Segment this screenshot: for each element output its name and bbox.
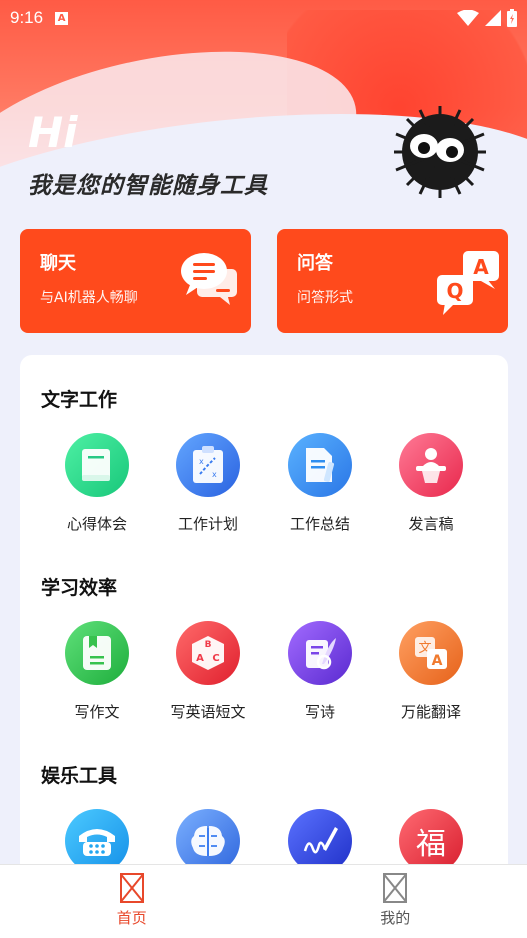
svg-text:A: A xyxy=(196,653,204,664)
notebook-icon xyxy=(65,621,129,685)
soot-sprite-mascot-icon xyxy=(394,106,486,198)
abc-cube-icon: BAC xyxy=(176,621,240,685)
svg-text:B: B xyxy=(205,640,212,650)
tool-label: 写作文 xyxy=(74,703,120,721)
tool-essay[interactable]: 写作文 xyxy=(47,621,147,722)
svg-text:A: A xyxy=(473,255,489,279)
tool-english-essay[interactable]: BAC 写英语短文 xyxy=(158,621,258,722)
slogan-text: 我是您的智能随身工具 xyxy=(28,173,268,199)
bottom-navigation: 首页 我的 xyxy=(0,864,527,938)
svg-text:x: x xyxy=(212,470,217,479)
quill-scroll-icon xyxy=(288,621,352,685)
clipboard-plan-icon: xx xyxy=(176,433,240,497)
nav-mine[interactable]: 我的 xyxy=(264,865,527,938)
tool-label: 发言稿 xyxy=(408,515,454,533)
tool-translate[interactable]: 文A 万能翻译 xyxy=(381,621,481,722)
qa-card[interactable]: 问答 问答形式 A Q xyxy=(277,229,508,333)
nav-home[interactable]: 首页 xyxy=(0,865,264,938)
home-icon xyxy=(119,873,144,903)
tool-speech-draft[interactable]: 发言稿 xyxy=(381,433,481,534)
qa-bubbles-icon: A Q xyxy=(437,251,499,315)
chat-bubbles-icon xyxy=(181,253,237,305)
tool-label: 写英语短文 xyxy=(170,703,246,721)
section-title-writing: 文字工作 xyxy=(41,389,118,411)
tool-label: 心得体会 xyxy=(66,515,127,533)
tool-poem[interactable]: 写诗 xyxy=(270,621,370,722)
svg-text:A: A xyxy=(432,653,443,669)
section-title-entertainment: 娱乐工具 xyxy=(41,765,118,787)
svg-text:x: x xyxy=(199,457,204,466)
signal-icon xyxy=(485,10,501,26)
wifi-icon xyxy=(457,10,479,26)
fu-character-glyph: 福 xyxy=(416,827,446,862)
tool-label: 工作计划 xyxy=(177,515,238,533)
document-pen-icon xyxy=(288,433,352,497)
tool-label: 工作总结 xyxy=(289,515,350,533)
nav-home-label: 首页 xyxy=(116,909,147,927)
tools-panel: 文字工作 心得体会 xx 工作计划 工作总结 发言稿 学习效率 写作文 BAC xyxy=(20,355,508,915)
greeting-text: Hi xyxy=(28,108,78,157)
nav-mine-label: 我的 xyxy=(380,909,411,927)
tool-label: 万能翻译 xyxy=(400,703,461,721)
book-icon xyxy=(65,433,129,497)
podium-speaker-icon xyxy=(399,433,463,497)
status-bar: 9:16 A xyxy=(0,0,527,36)
tool-insights[interactable]: 心得体会 xyxy=(47,433,147,534)
section-title-study: 学习效率 xyxy=(41,577,118,599)
translate-icon: 文A xyxy=(399,621,463,685)
chat-card[interactable]: 聊天 与AI机器人畅聊 xyxy=(20,229,251,333)
svg-text:C: C xyxy=(212,653,219,664)
tool-work-plan[interactable]: xx 工作计划 xyxy=(158,433,258,534)
svg-text:Q: Q xyxy=(446,279,463,303)
tool-work-summary[interactable]: 工作总结 xyxy=(270,433,370,534)
tool-label: 写诗 xyxy=(304,703,335,721)
status-time: 9:16 xyxy=(10,8,44,27)
sim-notification-icon: A xyxy=(55,11,69,25)
profile-icon xyxy=(383,873,408,903)
battery-icon xyxy=(507,9,517,27)
